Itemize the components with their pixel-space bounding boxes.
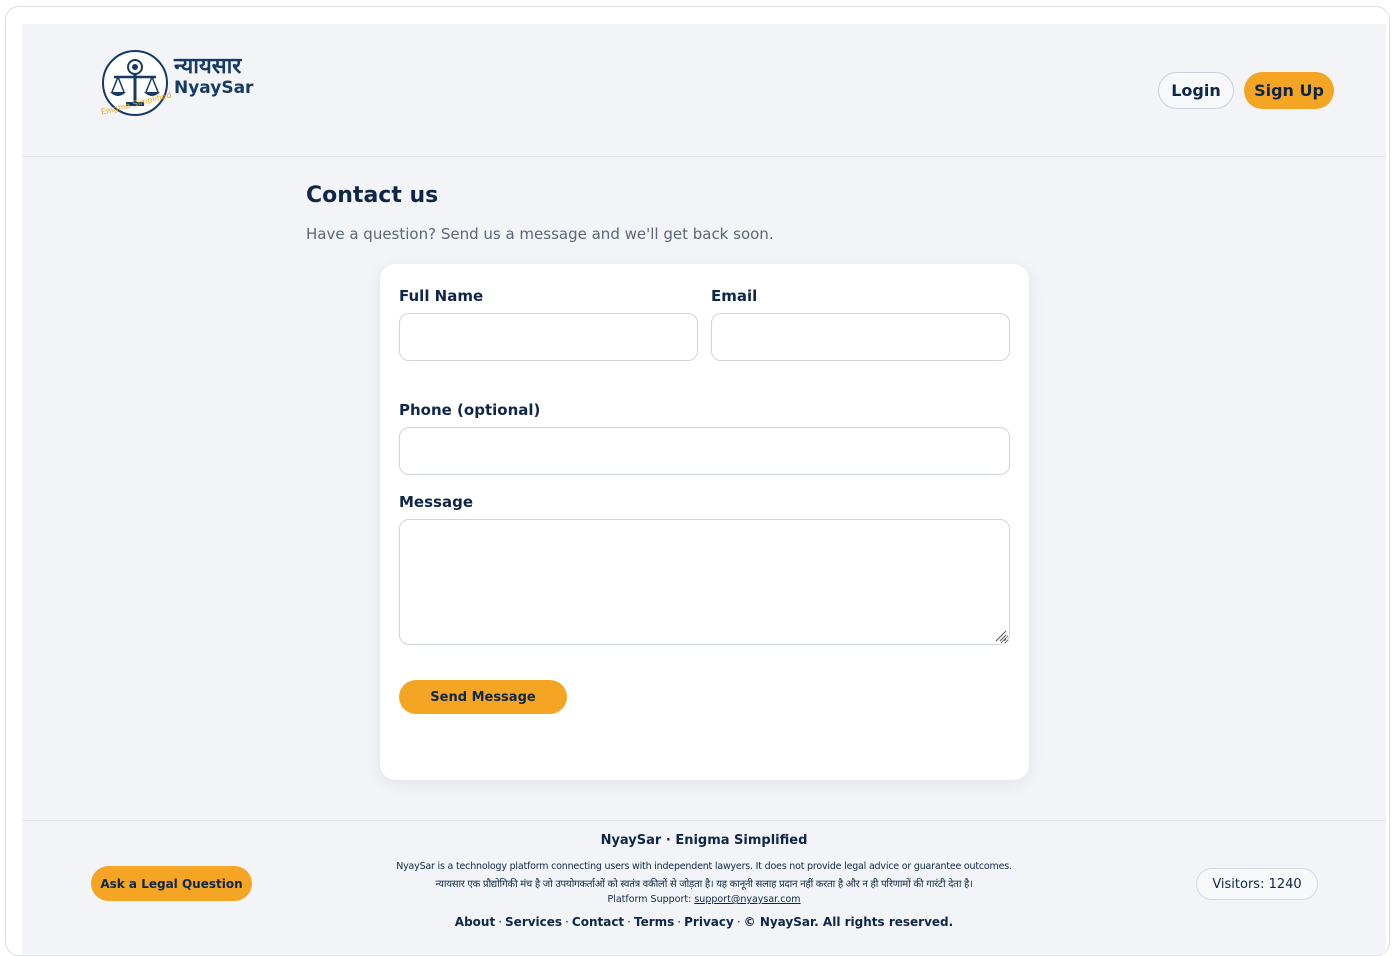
footer-links: About · Services · Contact · Terms · Privacy · © N… — [22, 915, 1386, 929]
signup-button[interactable]: Sign Up — [1244, 72, 1334, 109]
message-textarea[interactable] — [399, 519, 1010, 645]
footer-link-services[interactable]: Services — [505, 915, 562, 929]
footer-brand: NyaySar · Enigma Simplified — [600, 833, 808, 848]
support-email-link[interactable]: support@nyaysar.com — [694, 894, 800, 905]
phone-input[interactable] — [399, 427, 1010, 475]
ask-legal-question-button[interactable]: Ask a Legal Question — [91, 866, 252, 901]
support-prefix: Platform Support: — [607, 894, 692, 905]
app-root: न्यायसार NyaySar Enigma Simplified Login… — [22, 24, 1386, 954]
separator-dot: · — [677, 915, 682, 929]
send-message-button[interactable]: Send Message — [399, 680, 567, 714]
brand-name-hindi: न्यायसार — [174, 54, 242, 79]
page-subtitle: Have a question? Send us a message and w… — [306, 225, 774, 243]
email-input[interactable] — [711, 313, 1010, 361]
full-name-label: Full Name — [399, 287, 484, 305]
footer-link-terms[interactable]: Terms — [634, 915, 674, 929]
brand-name: NyaySar — [174, 78, 254, 98]
message-label: Message — [399, 493, 473, 511]
email-label: Email — [711, 287, 758, 305]
full-name-input[interactable] — [399, 313, 698, 361]
page-title: Contact us — [306, 183, 439, 208]
visitor-counter: Visitors: 1240 — [1196, 868, 1318, 900]
phone-label: Phone (optional) — [399, 401, 541, 419]
window-frame: न्यायसार NyaySar Enigma Simplified Login… — [5, 6, 1390, 956]
site-header: न्यायसार NyaySar Enigma Simplified Login… — [22, 24, 1386, 157]
resize-handle-icon[interactable] — [993, 628, 1007, 642]
site-footer: NyaySar · Enigma Simplified NyaySar is a… — [22, 820, 1386, 954]
footer-link-contact[interactable]: Contact — [572, 915, 624, 929]
separator-dot: · — [498, 915, 503, 929]
separator-dot: · — [736, 915, 741, 929]
brand-logo[interactable]: न्यायसार NyaySar Enigma Simplified — [100, 48, 254, 132]
login-button[interactable]: Login — [1158, 72, 1234, 109]
footer-link-privacy[interactable]: Privacy — [684, 915, 734, 929]
separator-dot: · — [627, 915, 631, 929]
separator-dot: · — [565, 915, 569, 929]
contact-form-card: Full Name Email Phone (optional) Message… — [380, 264, 1029, 780]
footer-link-about[interactable]: About — [455, 915, 495, 929]
footer-copyright: © NyaySar. All rights reserved. — [743, 915, 954, 929]
